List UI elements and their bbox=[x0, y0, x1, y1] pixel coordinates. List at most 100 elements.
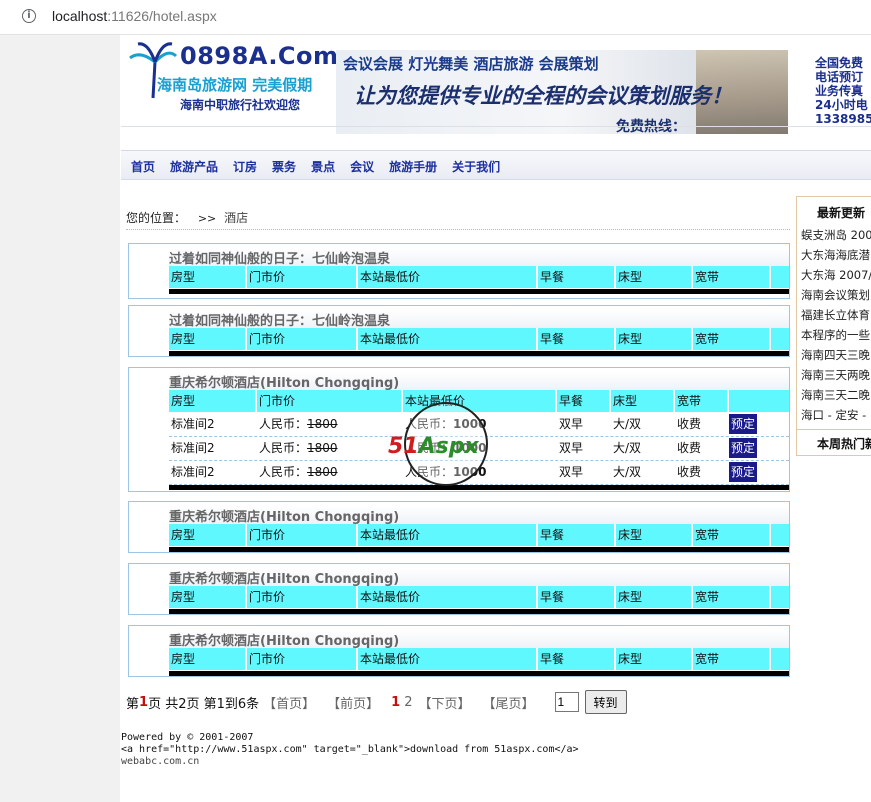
col-list-price: 门市价 bbox=[247, 328, 358, 350]
list-price: 人民币：1800 bbox=[257, 412, 403, 436]
hotel-card: 过着如同神仙般的日子：七仙岭泡温泉 房型 门市价 本站最低价 早餐 床型 宽带 bbox=[128, 305, 790, 357]
nav-tickets[interactable]: 票务 bbox=[272, 158, 296, 175]
col-bed-type: 床型 bbox=[616, 586, 693, 608]
price-prefix: 人民币： bbox=[259, 417, 308, 431]
hotel-name[interactable]: 重庆希尔顿酒店(Hilton Chongqing) bbox=[169, 568, 789, 587]
hotel-name[interactable]: 重庆希尔顿酒店(Hilton Chongqing) bbox=[169, 506, 789, 525]
broadband: 收费 bbox=[677, 465, 702, 479]
room-table-header: 房型 门市价 本站最低价 早餐 床型 宽带 bbox=[169, 390, 789, 412]
col-empty bbox=[771, 648, 789, 670]
nav-travel-guide[interactable]: 旅游手册 bbox=[389, 158, 437, 175]
latest-updates-box: 最新更新 蜈支洲岛 200 大东海海底潜 大东海 2007/ 海南会议策划 福建… bbox=[796, 196, 871, 456]
nav-meetings[interactable]: 会议 bbox=[350, 158, 374, 175]
pager-next[interactable]: 【下页】 bbox=[419, 693, 471, 712]
nav-tour-products[interactable]: 旅游产品 bbox=[170, 158, 218, 175]
col-list-price: 门市价 bbox=[247, 586, 358, 608]
list-price: 人民币：1800 bbox=[257, 460, 403, 484]
bed-type: 大/双 bbox=[613, 465, 642, 479]
breadcrumb-divider bbox=[126, 229, 790, 230]
nav-booking[interactable]: 订房 bbox=[233, 158, 257, 175]
latest-update-link[interactable]: 本程序的一些 bbox=[801, 325, 871, 345]
broadband: 收费 bbox=[677, 441, 702, 455]
latest-update-link[interactable]: 大东海 2007/ bbox=[801, 265, 871, 285]
room-table-header: 房型 门市价 本站最低价 早餐 床型 宽带 bbox=[169, 266, 789, 288]
list-price-value: 1800 bbox=[307, 441, 338, 455]
url-text[interactable]: localhost:11626/hotel.aspx bbox=[52, 8, 217, 24]
hotel-name[interactable]: 过着如同神仙般的日子：七仙岭泡温泉 bbox=[169, 310, 789, 329]
banner-hotline: 免费热线： bbox=[616, 119, 686, 134]
go-button[interactable]: 转到 bbox=[584, 690, 627, 714]
hotel-card: 重庆希尔顿酒店(Hilton Chongqing) 房型 门市价 本站最低价 早… bbox=[128, 501, 790, 553]
latest-update-link[interactable]: 大东海海底潜 bbox=[801, 245, 871, 265]
latest-update-link[interactable]: 海南四天三晚 bbox=[801, 345, 871, 365]
col-lowest-price: 本站最低价 bbox=[358, 266, 538, 288]
hotel-name[interactable]: 重庆希尔顿酒店(Hilton Chongqing) bbox=[169, 372, 789, 391]
table-bottom-bar bbox=[169, 609, 789, 614]
latest-update-link[interactable]: 蜈支洲岛 200 bbox=[801, 225, 871, 245]
header-banner[interactable]: 会议会展 灯光舞美 酒店旅游 会展策划 让为您提供专业的全程的会议策划服务！ 免… bbox=[336, 50, 788, 134]
col-broadband: 宽带 bbox=[693, 266, 771, 288]
col-lowest-price: 本站最低价 bbox=[358, 648, 538, 670]
col-room-type: 房型 bbox=[169, 266, 247, 288]
pager-page-2[interactable]: 2 bbox=[404, 695, 412, 710]
col-bed-type: 床型 bbox=[616, 266, 693, 288]
page-number-input[interactable] bbox=[554, 692, 579, 712]
site-logo-text[interactable]: 0898A.Com bbox=[180, 42, 339, 70]
header-divider bbox=[121, 126, 871, 127]
main-nav: 首页 旅游产品 订房 票务 景点 会议 旅游手册 关于我们 bbox=[131, 158, 515, 175]
latest-update-link[interactable]: 海南三天两晚 bbox=[801, 365, 871, 385]
col-broadband: 宽带 bbox=[693, 524, 771, 546]
col-bed-type: 床型 bbox=[611, 390, 675, 412]
contact-line: 全国免费 bbox=[815, 56, 864, 70]
col-breakfast: 早餐 bbox=[557, 390, 611, 412]
bed-type: 大/双 bbox=[613, 417, 642, 431]
table-bottom-bar bbox=[169, 547, 789, 552]
info-icon[interactable]: i bbox=[22, 9, 36, 23]
contact-line: 电话预订 bbox=[815, 70, 864, 84]
breakfast: 双早 bbox=[559, 441, 584, 455]
book-button[interactable]: 预定 bbox=[729, 462, 757, 482]
latest-updates-title: 最新更新 bbox=[817, 206, 866, 220]
col-empty bbox=[771, 266, 789, 288]
col-list-price: 门市价 bbox=[247, 266, 358, 288]
latest-update-link[interactable]: 海南会议策划 bbox=[801, 285, 871, 305]
book-button[interactable]: 预定 bbox=[729, 438, 757, 458]
col-bed-type: 床型 bbox=[616, 524, 693, 546]
hotel-name[interactable]: 过着如同神仙般的日子：七仙岭泡温泉 bbox=[169, 248, 789, 267]
pagination: 第1页 共2页 第1到6条 【首页】 【前页】 1 2 【下页】 【尾页】 转到 bbox=[126, 690, 627, 714]
watermark-part: Aspx bbox=[418, 434, 479, 459]
latest-update-link[interactable]: 福建长立体育 bbox=[801, 305, 871, 325]
col-room-type: 房型 bbox=[169, 648, 247, 670]
footer-download-link[interactable]: <a href="http://www.51aspx.com" target="… bbox=[121, 744, 579, 756]
table-bottom-bar bbox=[169, 671, 789, 676]
pager-prev[interactable]: 【前页】 bbox=[327, 693, 379, 712]
nav-home[interactable]: 首页 bbox=[131, 158, 155, 175]
col-room-type: 房型 bbox=[169, 524, 247, 546]
footer-domain[interactable]: webabc.com.cn bbox=[121, 756, 579, 768]
col-broadband: 宽带 bbox=[693, 648, 771, 670]
nav-about[interactable]: 关于我们 bbox=[452, 158, 500, 175]
col-room-type: 房型 bbox=[169, 328, 247, 350]
list-price-value: 1800 bbox=[307, 465, 338, 479]
pager-first[interactable]: 【首页】 bbox=[263, 693, 315, 712]
contact-line: 业务传真 bbox=[815, 84, 864, 98]
breakfast: 双早 bbox=[559, 465, 584, 479]
breadcrumb-label: 您的位置： bbox=[126, 211, 187, 225]
site-tagline: 海南岛旅游网 完美假期 bbox=[157, 76, 313, 94]
col-breakfast: 早餐 bbox=[538, 648, 616, 670]
banner-services: 会议会展 灯光舞美 酒店旅游 会展策划 bbox=[343, 55, 599, 73]
book-button[interactable]: 预定 bbox=[729, 414, 757, 434]
room-table-header: 房型 门市价 本站最低价 早餐 床型 宽带 bbox=[169, 586, 789, 608]
col-empty bbox=[771, 524, 789, 546]
hotel-name[interactable]: 重庆希尔顿酒店(Hilton Chongqing) bbox=[169, 630, 789, 649]
nav-attractions[interactable]: 景点 bbox=[311, 158, 335, 175]
latest-update-link[interactable]: 海南三天二晚 bbox=[801, 385, 871, 405]
latest-update-link[interactable]: 海口 - 定安 - bbox=[801, 405, 871, 425]
contact-line: 1338985 bbox=[815, 112, 871, 126]
room-table-header: 房型 门市价 本站最低价 早餐 床型 宽带 bbox=[169, 648, 789, 670]
url-host: localhost bbox=[52, 8, 108, 24]
list-price-value: 1800 bbox=[307, 417, 338, 431]
pager-last[interactable]: 【尾页】 bbox=[483, 693, 535, 712]
col-broadband: 宽带 bbox=[693, 586, 771, 608]
pager-page-1[interactable]: 1 bbox=[391, 695, 400, 710]
